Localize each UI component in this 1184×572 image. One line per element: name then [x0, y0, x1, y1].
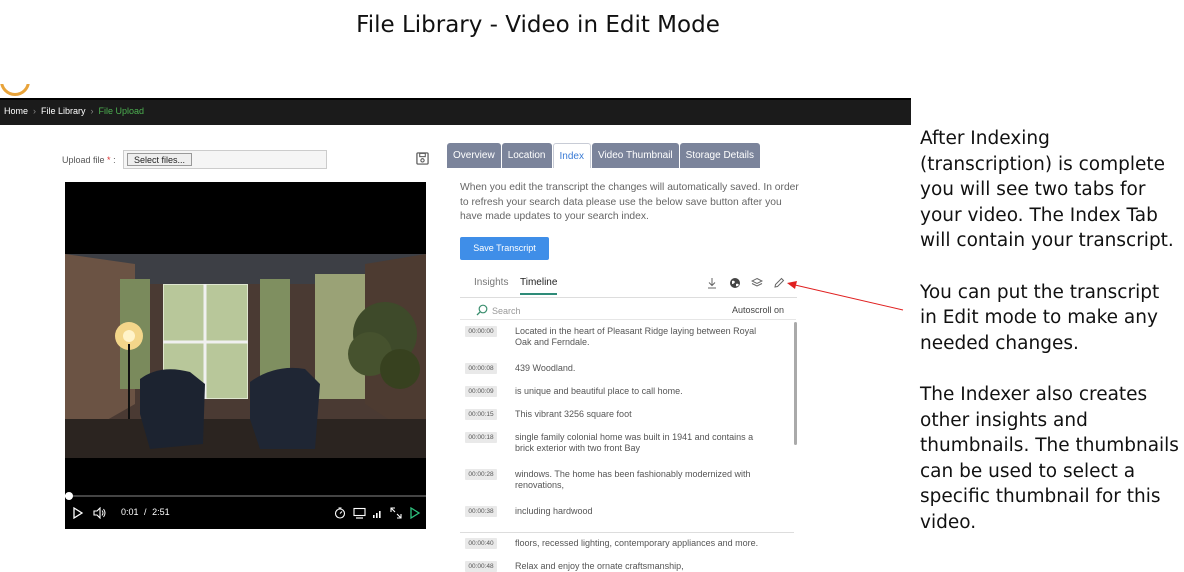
note-edit-mode: You can put the transcript in Edit mode …	[920, 281, 1160, 354]
fullscreen-icon[interactable]	[390, 507, 402, 519]
transcript-text[interactable]: including hardwood	[515, 506, 770, 517]
save-icon[interactable]	[416, 152, 429, 165]
index-sub-tabs: Insights Timeline	[460, 270, 797, 298]
video-time: 0:01 / 2:51	[121, 507, 170, 517]
pencil-icon[interactable]	[773, 277, 785, 289]
save-transcript-button[interactable]: Save Transcript	[460, 237, 549, 260]
transcript-text[interactable]: single family colonial home was built in…	[515, 432, 770, 454]
explanation-notes: After Indexing (transcription) is comple…	[920, 126, 1180, 561]
required-marker: *	[107, 155, 111, 165]
slide-title: File Library - Video in Edit Mode	[356, 12, 720, 38]
quality-icon[interactable]	[372, 507, 383, 519]
file-detail-tabs: Overview Location Index Video Thumbnail …	[447, 143, 761, 168]
timestamp[interactable]: 00:00:15	[465, 409, 497, 420]
transcript-text[interactable]: Located in the heart of Pleasant Ridge l…	[515, 326, 770, 348]
transcript-text[interactable]: windows. The home has been fashionably m…	[515, 469, 770, 491]
transcript-search[interactable]: Search Autoscroll on	[474, 304, 796, 318]
video-player[interactable]: 0:01 / 2:51	[65, 182, 426, 529]
index-help-text: When you edit the transcript the changes…	[460, 182, 799, 222]
timestamp[interactable]: 00:00:48	[465, 561, 497, 572]
tab-insights[interactable]: Insights	[474, 277, 508, 288]
divider	[460, 319, 796, 320]
app-logo	[0, 84, 30, 96]
captions-icon[interactable]	[353, 507, 366, 519]
timestamp[interactable]: 00:00:18	[465, 432, 497, 443]
transcript-list: 00:00:00 Located in the heart of Pleasan…	[460, 322, 798, 572]
download-icon[interactable]	[706, 277, 718, 289]
tab-index[interactable]: Index	[552, 143, 591, 168]
timestamp[interactable]: 00:00:08	[465, 363, 497, 374]
timestamp[interactable]: 00:00:00	[465, 326, 497, 337]
tab-timeline[interactable]: Timeline	[520, 277, 558, 295]
autoscroll-toggle[interactable]: Autoscroll on	[732, 305, 784, 315]
timestamp[interactable]: 00:00:40	[465, 538, 497, 549]
layers-icon[interactable]	[751, 277, 763, 289]
upload-file-label: Upload file * :	[62, 155, 116, 165]
note-thumbnails: The Indexer also creates other insights …	[920, 383, 1179, 533]
divider	[460, 532, 794, 533]
volume-icon[interactable]	[93, 507, 106, 519]
search-input[interactable]: Search	[492, 306, 521, 316]
video-progress-handle[interactable]	[65, 492, 73, 500]
tab-video-thumbnail[interactable]: Video Thumbnail	[591, 143, 679, 168]
upload-file-field[interactable]: Select files...	[123, 150, 327, 169]
timestamp[interactable]: 00:00:28	[465, 469, 497, 480]
breadcrumb-file-library[interactable]: File Library	[41, 106, 86, 116]
playback-speed-icon[interactable]	[334, 507, 346, 519]
tab-storage-details[interactable]: Storage Details	[679, 143, 761, 168]
breadcrumb: Home › File Library › File Upload	[4, 106, 144, 116]
globe-icon[interactable]	[729, 277, 741, 289]
breadcrumb-chevron-icon: ›	[90, 106, 94, 116]
select-files-button[interactable]: Select files...	[127, 153, 193, 166]
tab-overview[interactable]: Overview	[447, 143, 501, 168]
transcript-text[interactable]: This vibrant 3256 square foot	[515, 409, 770, 420]
transcript-text[interactable]: floors, recessed lighting, contemporary …	[515, 538, 770, 549]
timestamp[interactable]: 00:00:38	[465, 506, 497, 517]
breadcrumb-home[interactable]: Home	[4, 106, 28, 116]
transcript-text[interactable]: Relax and enjoy the ornate craftsmanship…	[515, 561, 770, 572]
play-icon[interactable]	[73, 507, 83, 519]
video-controls: 0:01 / 2:51	[65, 503, 426, 523]
next-icon[interactable]	[409, 507, 421, 519]
timestamp[interactable]: 00:00:09	[465, 386, 497, 397]
breadcrumb-file-upload: File Upload	[98, 106, 145, 116]
video-frame	[65, 254, 426, 458]
transcript-text[interactable]: is unique and beautiful place to call ho…	[515, 386, 770, 397]
transcript-text[interactable]: 439 Woodland.	[515, 363, 770, 374]
note-index-tab: After Indexing (transcription) is comple…	[920, 128, 1174, 252]
tab-location[interactable]: Location	[501, 143, 552, 168]
transcript-scrollbar[interactable]	[794, 322, 797, 445]
breadcrumb-chevron-icon: ›	[33, 106, 37, 116]
video-progress-bar[interactable]	[65, 492, 426, 500]
search-icon	[476, 304, 488, 316]
top-nav-bar: Home › File Library › File Upload	[0, 98, 911, 125]
duration: 2:51	[152, 507, 170, 517]
current-time: 0:01	[121, 507, 139, 517]
